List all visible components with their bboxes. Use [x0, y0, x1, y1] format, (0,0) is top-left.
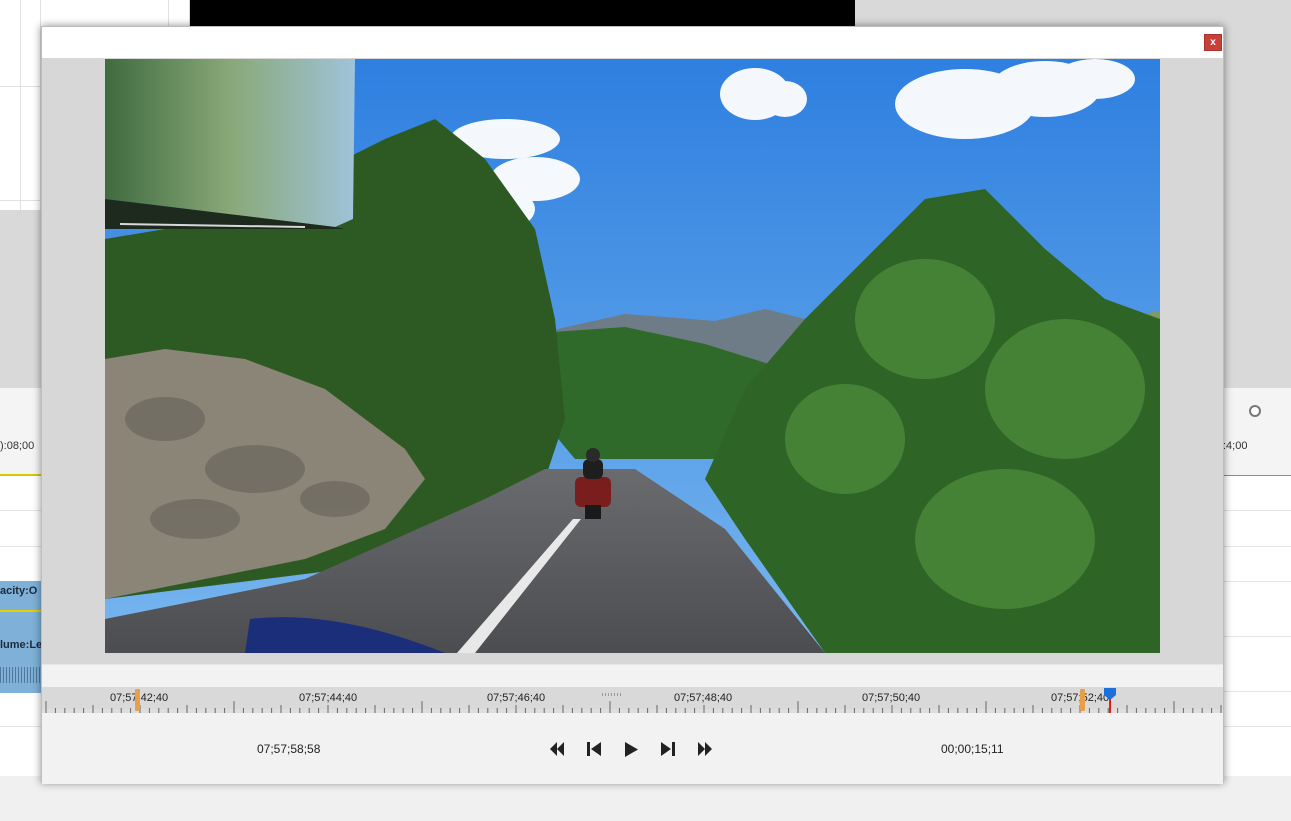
- duration-time: 00;00;15;11: [941, 742, 1004, 756]
- scrub-timeline[interactable]: 07;57;42;40 07;57;44;40 07;57;46;40 07;5…: [42, 687, 1223, 713]
- timeline-time-label: 07;57;50;40: [862, 692, 921, 704]
- program-monitor-background: [190, 0, 855, 26]
- zoom-handle-icon[interactable]: [1249, 405, 1261, 417]
- in-point-marker[interactable]: [135, 689, 140, 711]
- skip-to-end-icon: [697, 742, 712, 756]
- ruler-time-label: :4;00: [1223, 440, 1248, 452]
- dialog-titlebar[interactable]: x: [42, 27, 1223, 58]
- panel-background: [1223, 26, 1291, 388]
- skip-to-start-button[interactable]: [538, 738, 575, 760]
- timeline-time-label: 07;57;44;40: [299, 692, 358, 704]
- play-button[interactable]: [612, 738, 649, 760]
- step-back-button[interactable]: [575, 738, 612, 760]
- panel-background: [855, 0, 1291, 26]
- preview-dialog: x 07;57;44;40 07;57;46;40 07;57;48;40 07…: [41, 26, 1224, 784]
- ruler-time-label: ):08;00: [0, 440, 35, 452]
- timeline-ticks: [45, 701, 1222, 713]
- timeline-clip[interactable]: acity:O lume:Le: [0, 581, 42, 693]
- close-button[interactable]: x: [1204, 34, 1222, 51]
- current-time: 07;57;58;58: [257, 742, 321, 756]
- skip-to-start-icon: [549, 742, 564, 756]
- skip-to-end-button[interactable]: [686, 738, 723, 760]
- out-point-marker[interactable]: [1080, 689, 1085, 711]
- step-forward-button[interactable]: [649, 738, 686, 760]
- timeline-grip[interactable]: [602, 693, 622, 696]
- preview-controls: 07;57;42;40 07;57;44;40 07;57;46;40 07;5…: [42, 664, 1223, 784]
- video-frame-image: [105, 59, 1160, 653]
- clip-opacity-label: acity:O: [0, 585, 38, 597]
- play-icon: [624, 741, 638, 757]
- video-preview: [105, 59, 1160, 653]
- transport-controls: [538, 738, 723, 760]
- timeline-ruler[interactable]: [0, 388, 42, 476]
- clip-volume-label: lume:Le: [0, 639, 42, 651]
- timeline-time-label: 07;57;48;40: [674, 692, 733, 704]
- timeline-tracks: [1223, 476, 1291, 776]
- step-forward-icon: [660, 742, 675, 756]
- timeline-ruler[interactable]: [1223, 388, 1291, 476]
- playhead[interactable]: [1103, 687, 1117, 713]
- step-back-icon: [586, 742, 601, 756]
- panel-background: [0, 210, 42, 388]
- timeline-time-label: 07;57;46;40: [487, 692, 546, 704]
- audio-waveform: [0, 667, 42, 683]
